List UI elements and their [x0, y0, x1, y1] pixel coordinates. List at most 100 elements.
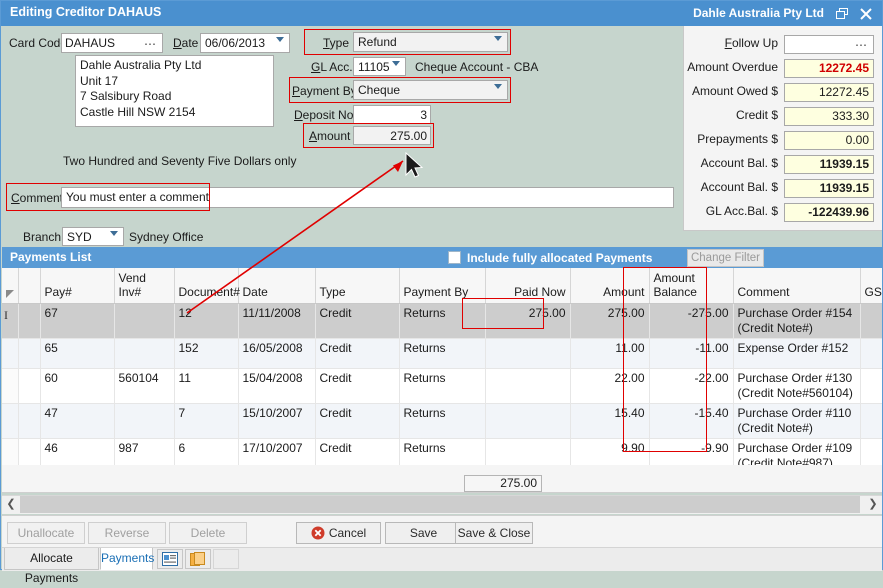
type-select[interactable]: Refund — [353, 32, 508, 52]
editing-creditor-window: Editing Creditor DAHAUS Dahle Australia … — [0, 0, 883, 570]
follow-up-input[interactable]: ⋯ — [784, 35, 874, 54]
col-amount[interactable]: Amount — [570, 268, 649, 304]
cell-payment-by: Returns — [399, 404, 485, 439]
chevron-down-icon[interactable] — [276, 37, 285, 43]
cell-paid-now[interactable] — [485, 439, 570, 467]
credit-label: Credit $ — [736, 108, 778, 122]
date-input[interactable]: 06/06/2013 — [200, 33, 290, 53]
payment-by-value: Cheque — [358, 82, 400, 98]
button-bar: Unallocate Reverse Delete Cancel Save Sa… — [2, 515, 882, 548]
cell-paid-now[interactable] — [485, 339, 570, 369]
amount-overdue-label: Amount Overdue — [687, 60, 778, 74]
scrollbar-thumb[interactable] — [20, 496, 860, 513]
cell-pay: 65 — [40, 339, 114, 369]
cell-amount-balance: -15.40 — [649, 404, 733, 439]
cell-vend-inv — [114, 304, 174, 339]
deposit-no-label: Deposit No — [294, 108, 353, 122]
include-allocated-checkbox[interactable] — [448, 251, 461, 264]
cell-gst — [860, 369, 882, 404]
gl-acc-select[interactable]: 11105 — [353, 57, 406, 76]
deposit-no-input[interactable]: 3 — [353, 105, 431, 124]
chevron-down-icon[interactable] — [110, 231, 119, 237]
cell-type: Credit — [315, 439, 399, 467]
delete-button[interactable]: Delete — [169, 522, 247, 544]
gl-acc-value: 11105 — [358, 59, 390, 75]
cancel-button[interactable]: Cancel — [296, 522, 381, 544]
close-icon[interactable] — [856, 4, 876, 22]
save-and-close-button[interactable]: Save & Close — [455, 522, 533, 544]
chevron-down-icon[interactable] — [494, 84, 503, 90]
col-paid-now[interactable]: Paid Now — [485, 268, 570, 304]
amount-owed-label: Amount Owed $ — [692, 84, 778, 98]
horizontal-scrollbar[interactable]: ❮ ❯ — [2, 495, 882, 514]
save-button[interactable]: Save — [385, 522, 462, 544]
cell-type: Credit — [315, 304, 399, 339]
grid-header-row: Pay# Vend Inv# Document# Date Type Payme… — [2, 268, 882, 304]
col-type[interactable]: Type — [315, 268, 399, 304]
creditor-info-panel: Follow Up ⋯ Amount Overdue 12272.45 Amou… — [683, 26, 882, 231]
cell-paid-now[interactable] — [485, 404, 570, 439]
table-row[interactable]: 60 560104 11 15/04/2008 Credit Returns 2… — [2, 369, 882, 404]
col-pay[interactable]: Pay# — [40, 268, 114, 304]
card-code-lookup-icon[interactable]: ⋯ — [144, 36, 157, 52]
row-gutter — [2, 339, 18, 369]
comment-input[interactable]: You must enter a comment — [61, 187, 674, 208]
cell-paid-now[interactable] — [485, 369, 570, 404]
table-row[interactable]: 65 152 16/05/2008 Credit Returns 11.00 -… — [2, 339, 882, 369]
restore-icon[interactable] — [832, 4, 852, 22]
type-value: Refund — [358, 34, 397, 50]
cell-amount: 11.00 — [570, 339, 649, 369]
card-code-value: DAHAUS — [65, 36, 115, 50]
payments-grid[interactable]: Pay# Vend Inv# Document# Date Type Payme… — [2, 268, 882, 466]
table-row[interactable]: 46 987 6 17/10/2007 Credit Returns 9.90 … — [2, 439, 882, 467]
copy-icon[interactable] — [185, 549, 211, 569]
grid-corner-cell[interactable] — [2, 268, 18, 304]
address-box: Dahle Australia Pty Ltd Unit 17 7 Salsib… — [75, 55, 274, 127]
branch-select[interactable]: SYD — [62, 227, 124, 246]
row-tree-cell[interactable] — [18, 369, 40, 404]
table-row[interactable]: 47 7 15/10/2007 Credit Returns 15.40 -15… — [2, 404, 882, 439]
col-payment-by[interactable]: Payment By — [399, 268, 485, 304]
chevron-down-icon[interactable] — [494, 36, 503, 42]
address-line-4: Castle Hill NSW 2154 — [80, 105, 269, 121]
cell-paid-now[interactable]: 275.00 — [485, 304, 570, 339]
row-tree-cell[interactable] — [18, 304, 40, 339]
row-tree-cell[interactable] — [18, 439, 40, 467]
cell-payment-by: Returns — [399, 439, 485, 467]
scroll-right-icon[interactable]: ❯ — [864, 496, 882, 513]
col-comment[interactable]: Comment — [733, 268, 860, 304]
col-gst[interactable]: GST — [860, 268, 882, 304]
cell-payment-by: Returns — [399, 369, 485, 404]
cell-payment-by: Returns — [399, 304, 485, 339]
report-icon[interactable] — [157, 549, 183, 569]
amount-owed-value: 12272.45 — [784, 83, 874, 102]
card-code-input[interactable]: DAHAUS ⋯ — [61, 33, 163, 53]
prepayments-value: 0.00 — [784, 131, 874, 150]
col-document[interactable]: Document# — [174, 268, 238, 304]
col-amount-balance[interactable]: Amount Balance — [649, 268, 733, 304]
payments-list-title: Payments List — [10, 250, 91, 264]
branch-value: SYD — [67, 229, 92, 245]
cell-document: 6 — [174, 439, 238, 467]
text-cursor-icon: I — [4, 308, 8, 323]
tab-payments[interactable]: Payments — [100, 548, 153, 570]
chevron-down-icon[interactable] — [392, 61, 401, 67]
row-tree-cell[interactable] — [18, 339, 40, 369]
cell-gst — [860, 439, 882, 467]
unallocate-button[interactable]: Unallocate — [7, 522, 85, 544]
payment-by-select[interactable]: Cheque — [353, 80, 508, 100]
row-tree-cell[interactable] — [18, 404, 40, 439]
change-filter-button[interactable]: Change Filter — [687, 249, 764, 267]
account-bal-1-value: 11939.15 — [784, 155, 874, 174]
col-vend-inv[interactable]: Vend Inv# — [114, 268, 174, 304]
follow-up-lookup-icon[interactable]: ⋯ — [855, 38, 868, 53]
amount-input[interactable]: 275.00 — [353, 126, 431, 145]
col-date[interactable]: Date — [238, 268, 315, 304]
scroll-left-icon[interactable]: ❮ — [2, 496, 20, 513]
row-gutter — [2, 369, 18, 404]
tab-spacer — [213, 549, 239, 569]
table-row[interactable]: 67 12 11/11/2008 Credit Returns 275.00 2… — [2, 304, 882, 339]
grid-tree-header — [18, 268, 40, 304]
reverse-button[interactable]: Reverse — [88, 522, 166, 544]
tab-allocate-payments[interactable]: Allocate Payments — [4, 548, 99, 570]
